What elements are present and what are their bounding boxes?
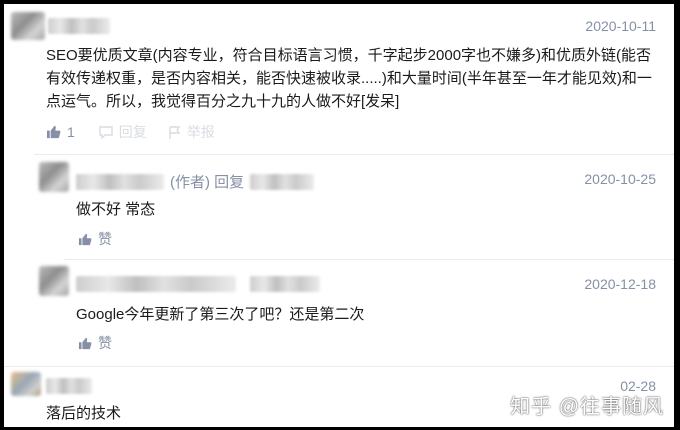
reply-author-line bbox=[76, 276, 320, 292]
avatar[interactable] bbox=[11, 12, 45, 40]
flag-icon[interactable] bbox=[169, 125, 181, 139]
like-button[interactable]: 赞 bbox=[98, 333, 112, 353]
divider bbox=[34, 154, 674, 155]
divider bbox=[64, 259, 674, 260]
comment-date: 2020-10-25 bbox=[584, 171, 656, 187]
author-tag: (作者) 回复 bbox=[170, 174, 245, 191]
reply-button[interactable]: 回复 bbox=[119, 122, 147, 142]
comment-date: 2020-12-18 bbox=[584, 276, 656, 292]
like-count: 1 bbox=[67, 124, 75, 140]
author-name-blurred[interactable] bbox=[46, 378, 92, 394]
comment-text: 落后的技术 bbox=[46, 405, 122, 422]
comment-text: SEO要优质文章(内容专业，符合目标语言习惯，千字起步2000字也不嫌多)和优质… bbox=[46, 47, 652, 110]
reply-icon[interactable] bbox=[99, 125, 113, 139]
author-name-blurred[interactable] bbox=[76, 276, 236, 292]
comment-text: 做不好 常态 bbox=[76, 201, 156, 218]
reply-target-blurred[interactable] bbox=[250, 276, 320, 292]
thumbs-up-icon[interactable] bbox=[78, 233, 92, 246]
comment-panel: 2020-10-11 SEO要优质文章(内容专业，符合目标语言习惯，千字起步20… bbox=[4, 4, 674, 427]
comment-text: Google今年更新了第三次了吧？还是第二次 bbox=[76, 306, 365, 323]
thumbs-up-icon[interactable] bbox=[78, 337, 92, 350]
report-button[interactable]: 举报 bbox=[187, 122, 215, 142]
author-name-blurred[interactable] bbox=[48, 18, 110, 34]
reply-author-line: (作者) 回复 bbox=[76, 171, 315, 192]
avatar[interactable] bbox=[39, 162, 69, 192]
watermark: 知乎 @往事随风 bbox=[510, 396, 664, 418]
comment-date: 2020-10-11 bbox=[585, 18, 656, 34]
comment-actions: 1 回复 举报 bbox=[46, 122, 215, 142]
avatar[interactable] bbox=[11, 372, 41, 396]
reply-target-blurred[interactable] bbox=[250, 173, 315, 190]
avatar[interactable] bbox=[39, 266, 69, 296]
comment-actions: 赞 bbox=[78, 333, 112, 353]
thumbs-up-icon[interactable] bbox=[46, 125, 61, 139]
comment-actions: 赞 bbox=[78, 229, 112, 249]
divider bbox=[4, 366, 674, 367]
like-button[interactable]: 赞 bbox=[98, 229, 112, 249]
author-name-blurred[interactable] bbox=[76, 173, 164, 190]
